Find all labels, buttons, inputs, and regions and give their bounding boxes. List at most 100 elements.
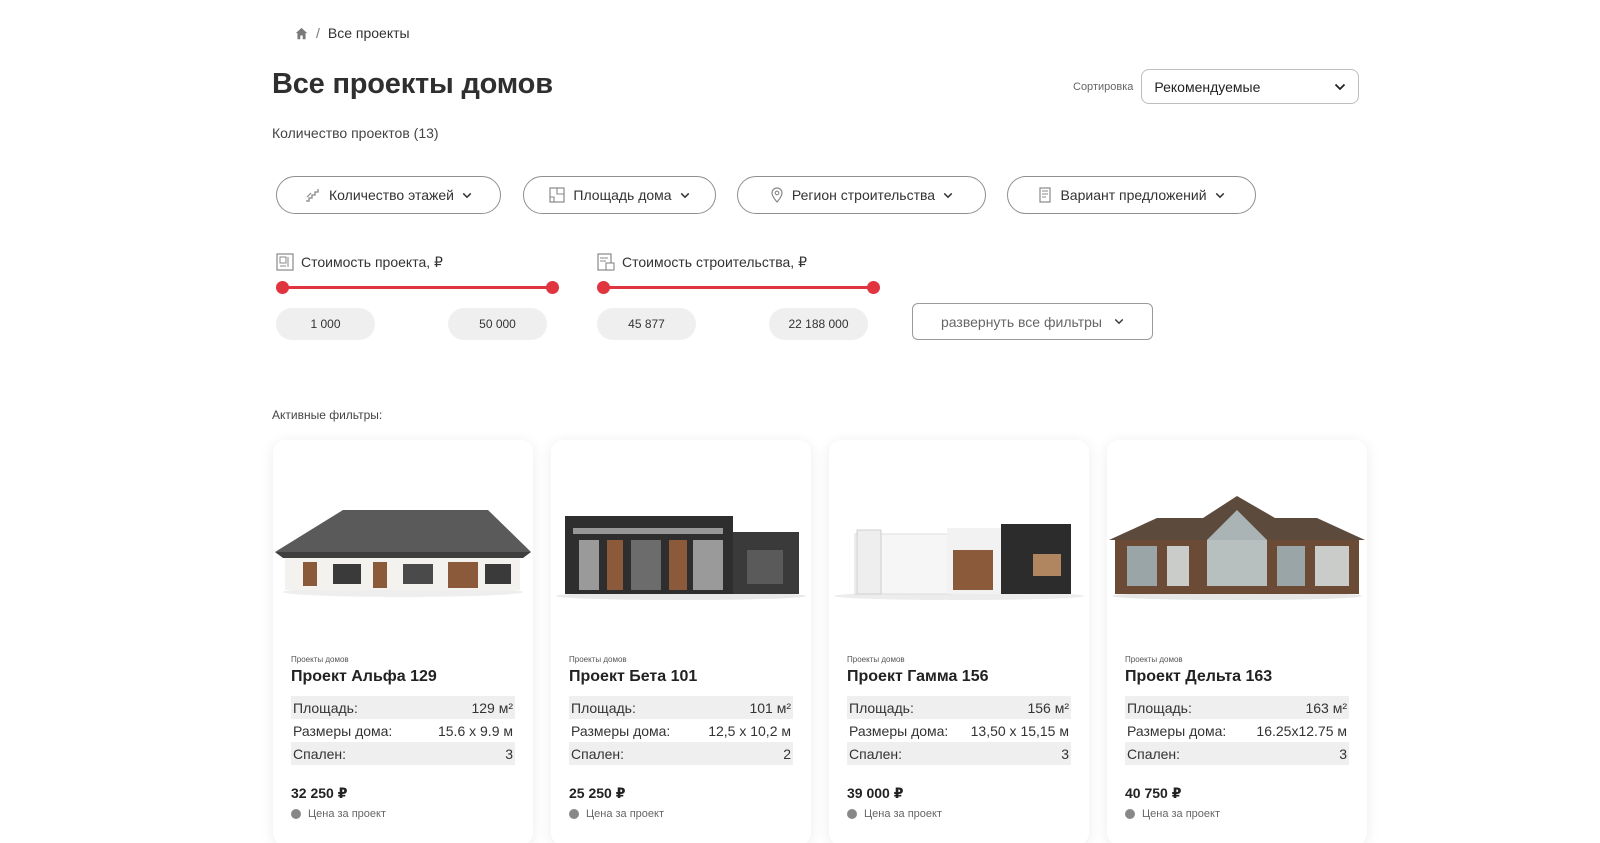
range-project-cost-min[interactable]: 1 000 [276, 308, 375, 340]
spec-value: 2 [783, 745, 791, 762]
spec-key: Размеры дома: [1127, 722, 1227, 739]
expand-filters-button[interactable]: развернуть все фильтры [912, 303, 1153, 340]
range-min-handle[interactable] [276, 281, 289, 294]
spec-row: Спален: 2 [569, 742, 793, 765]
breadcrumb: / Все проекты [295, 25, 410, 41]
spec-row: Размеры дома: 16.25x12.75 м [1125, 719, 1349, 742]
card-title[interactable]: Проект Альфа 129 [291, 668, 437, 686]
sort-control: Сортировка Рекомендуемые [1073, 69, 1360, 104]
breadcrumb-current: Все проекты [327, 25, 410, 41]
filter-area[interactable]: Площадь дома [523, 176, 716, 214]
sort-value: Рекомендуемые [1154, 78, 1261, 95]
breadcrumb-separator: / [316, 25, 320, 41]
filter-area-label: Площадь дома [573, 187, 672, 203]
project-card[interactable]: Проекты домов Проект Гамма 156 Площадь: 1… [829, 440, 1089, 843]
spec-key: Площадь: [293, 699, 358, 716]
filter-offer-type[interactable]: Вариант предложений [1007, 176, 1256, 214]
spec-value: 3 [505, 745, 513, 762]
card-title[interactable]: Проект Дельта 163 [1125, 668, 1272, 686]
range-project-cost: Стоимость проекта, ₽ 1 000 50 000 [276, 252, 560, 340]
range-project-cost-label: Стоимость проекта, ₽ [301, 253, 443, 270]
spec-key: Спален: [849, 745, 903, 762]
house-photo [834, 524, 1084, 600]
range-build-cost-label-row: Стоимость строительства, ₽ [597, 252, 881, 272]
project-card[interactable]: Проекты домов Проект Бета 101 Площадь: 10… [551, 440, 811, 843]
spec-value: 163 м² [1305, 699, 1347, 716]
filter-region[interactable]: Регион строительства [737, 176, 986, 214]
sort-select[interactable]: Рекомендуемые [1141, 69, 1360, 104]
spec-value: 13,50 х 15,15 м [970, 722, 1069, 739]
spec-key: Площадь: [571, 699, 636, 716]
card-price: 40 750 ₽ [1125, 785, 1182, 801]
location-pin-icon [771, 187, 783, 203]
card-price: 39 000 ₽ [847, 785, 904, 801]
spec-value: 12,5 х 10,2 м [708, 722, 791, 739]
card-title[interactable]: Проект Гамма 156 [847, 668, 989, 686]
range-max-handle[interactable] [867, 281, 880, 294]
document-icon [1039, 187, 1052, 203]
spec-value: 15.6 х 9.9 м [437, 722, 513, 739]
chevron-down-icon [943, 192, 953, 198]
filter-floors[interactable]: Количество этажей [276, 176, 501, 214]
range-project-cost-max[interactable]: 50 000 [448, 308, 547, 340]
range-min-handle[interactable] [597, 281, 610, 294]
spec-value: 3 [1061, 745, 1069, 762]
home-icon[interactable] [295, 27, 308, 40]
chevron-down-icon [462, 192, 472, 198]
range-build-cost-min[interactable]: 45 877 [597, 308, 696, 340]
card-category: Проекты домов [1125, 655, 1183, 664]
chevron-down-icon [1215, 192, 1224, 198]
expand-filters-label: развернуть все фильтры [941, 313, 1102, 330]
spec-row: Площадь: 156 м² [847, 696, 1071, 719]
house-photo [556, 516, 806, 600]
card-price-note: Цена за проект [569, 808, 664, 820]
spec-value: 156 м² [1027, 699, 1069, 716]
project-card[interactable]: Проекты домов Проект Дельта 163 Площадь:… [1107, 440, 1367, 843]
card-price: 25 250 ₽ [569, 785, 626, 801]
range-build-cost-max[interactable]: 22 188 000 [769, 308, 868, 340]
card-category: Проекты домов [569, 655, 627, 664]
spec-row: Площадь: 163 м² [1125, 696, 1349, 719]
card-price-note: Цена за проект [847, 808, 942, 820]
building-doc-icon [597, 253, 615, 271]
filter-offer-type-label: Вариант предложений [1060, 187, 1207, 203]
card-category: Проекты домов [847, 655, 905, 664]
range-build-cost: Стоимость строительства, ₽ 45 877 22 188… [597, 252, 881, 340]
card-specs: Площадь: 129 м² Размеры дома: 15.6 х 9.9 м… [291, 696, 515, 765]
card-title[interactable]: Проект Бета 101 [569, 668, 697, 686]
page-title: Все проекты домов [272, 68, 553, 100]
info-icon [291, 809, 301, 819]
info-icon [569, 809, 579, 819]
card-price-note: Цена за проект [1125, 808, 1220, 820]
price-note-text: Цена за проект [864, 808, 943, 820]
spec-row: Площадь: 101 м² [569, 696, 793, 719]
spec-key: Спален: [1127, 745, 1181, 762]
project-card[interactable]: Проекты домов Проект Альфа 129 Площадь: 1… [273, 440, 533, 843]
range-project-cost-track[interactable] [276, 281, 559, 294]
spec-row: Размеры дома: 15.6 х 9.9 м [291, 719, 515, 742]
chevron-down-icon [1114, 318, 1124, 325]
card-specs: Площадь: 163 м² Размеры дома: 16.25x12.75 … [1125, 696, 1349, 765]
spec-value: 16.25x12.75 м [1256, 722, 1347, 739]
blueprint-icon [276, 253, 294, 271]
price-note-text: Цена за проект [586, 808, 665, 820]
card-price-note: Цена за проект [291, 808, 386, 820]
projects-count: Количество проектов (13) [272, 125, 439, 141]
range-build-cost-label: Стоимость строительства, ₽ [622, 253, 807, 270]
spec-row: Спален: 3 [291, 742, 515, 765]
active-filters-label: Активные фильтры: [272, 408, 383, 422]
range-build-cost-track[interactable] [597, 281, 880, 294]
info-icon [1125, 809, 1135, 819]
filter-floors-label: Количество этажей [329, 187, 454, 203]
spec-value: 129 м² [471, 699, 513, 716]
spec-key: Размеры дома: [293, 722, 393, 739]
range-max-handle[interactable] [546, 281, 559, 294]
spec-value: 101 м² [749, 699, 791, 716]
price-note-text: Цена за проект [1142, 808, 1221, 820]
filter-region-label: Регион строительства [791, 187, 936, 203]
spec-key: Площадь: [1127, 699, 1192, 716]
house-photo [1109, 496, 1365, 600]
filter-bar: Количество этажей Площадь дома Регион ст… [0, 176, 1600, 214]
house-photo [275, 510, 531, 597]
card-specs: Площадь: 156 м² Размеры дома: 13,50 х 15,1… [847, 696, 1071, 765]
